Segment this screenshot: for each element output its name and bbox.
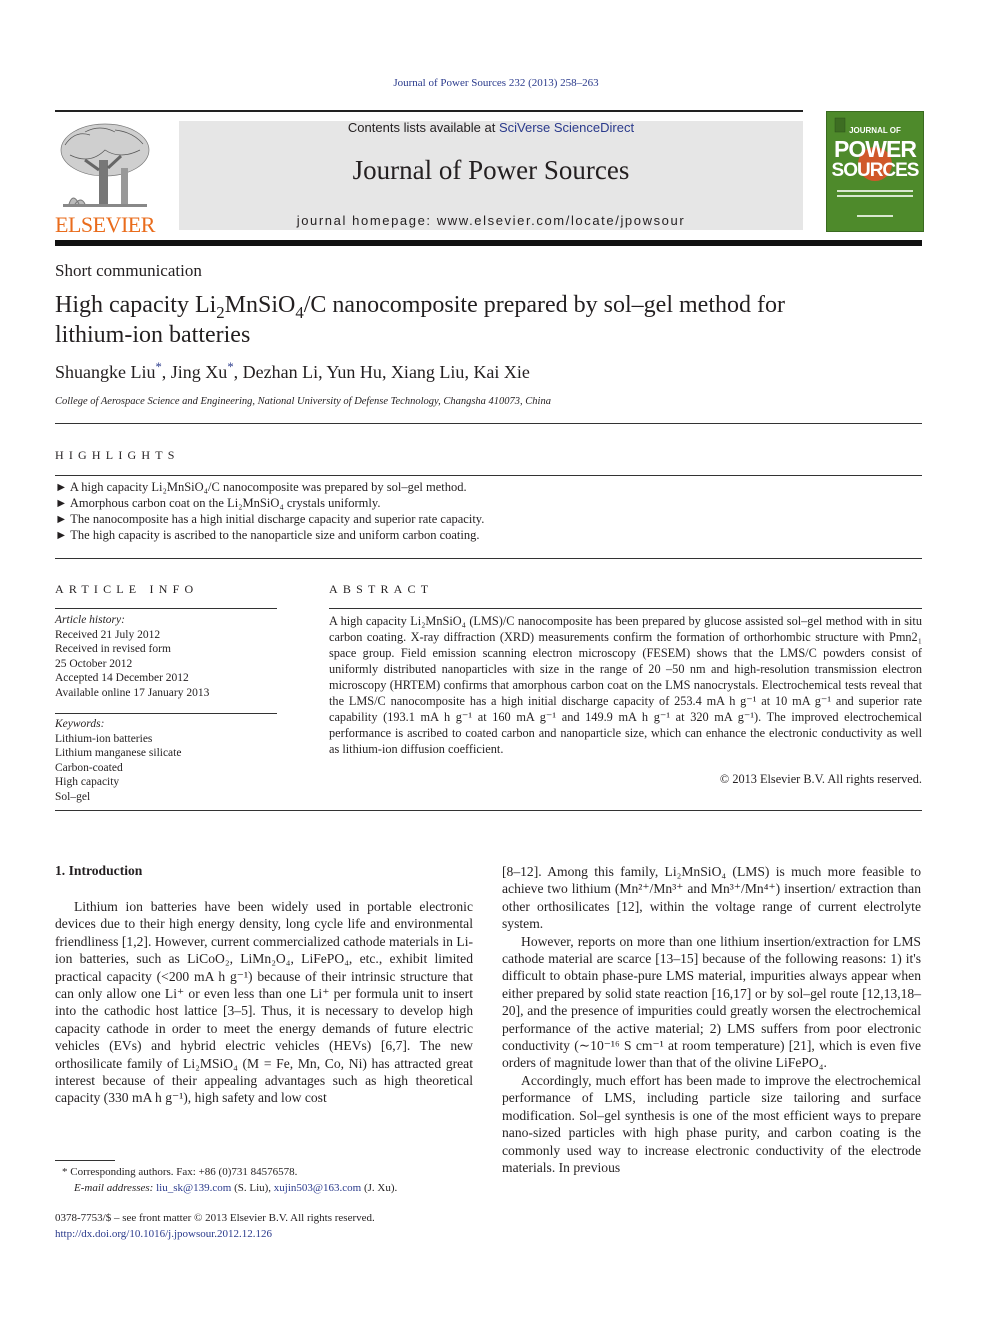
divider: [55, 110, 803, 112]
divider: [55, 608, 277, 609]
cover-subtitle-line: [837, 195, 913, 197]
author-list: Shuangke Liu*, Jing Xu*, Dezhan Li, Yun …: [55, 360, 530, 382]
history-entry: 25 October 2012: [55, 657, 133, 670]
bullet-arrow-icon: ►: [55, 528, 68, 542]
article-info-heading: ARTICLE INFO: [55, 582, 199, 596]
email-line: E-mail addresses: liu_sk@139.com (S. Liu…: [62, 1181, 397, 1197]
bullet-arrow-icon: ►: [55, 496, 68, 510]
highlight-text: The high capacity is ascribed to the nan…: [70, 528, 480, 542]
section-heading: 1. Introduction: [55, 863, 143, 878]
title-part: High capacity Li: [55, 292, 217, 318]
history-entry: Received 21 July 2012: [55, 628, 161, 641]
highlight-text: A high capacity Li₂MnSiO₄/C nanocomposit…: [69, 480, 467, 494]
highlight-item: ► A high capacity Li₂MnSiO₄/C nanocompos…: [55, 479, 484, 495]
paragraph: [8–12]. Among this family, Li₂MnSiO₄ (LM…: [502, 864, 921, 932]
cover-line2: POWER: [834, 136, 917, 162]
contents-prefix: Contents lists available at: [347, 120, 499, 135]
highlight-item: ► The high capacity is ascribed to the n…: [55, 527, 484, 543]
article-history: Article history: Received 21 July 2012 R…: [55, 613, 209, 700]
highlight-item: ► The nanocomposite has a high initial d…: [55, 511, 484, 527]
bullet-arrow-icon: ►: [55, 512, 68, 526]
front-matter: 0378-7753/$ – see front matter © 2013 El…: [55, 1211, 375, 1242]
history-entry: Available online 17 January 2013: [55, 686, 210, 699]
contents-line: Contents lists available at SciVerse Sci…: [179, 120, 803, 135]
paragraph: Lithium ion batteries have been widely u…: [55, 899, 473, 1106]
author-name[interactable]: Shuangke Liu: [55, 362, 156, 382]
cover-subtitle-line: [837, 190, 913, 192]
corresponding-mark[interactable]: *: [227, 360, 233, 374]
email-label: E-mail addresses:: [74, 1181, 154, 1194]
header-thick-rule: [55, 240, 922, 246]
bullet-arrow-icon: ►: [55, 480, 68, 494]
divider: [329, 608, 922, 609]
email-owner: (J. Xu).: [361, 1181, 398, 1194]
corresponding-mark[interactable]: *: [156, 360, 162, 374]
journal-homepage-link[interactable]: journal homepage: www.elsevier.com/locat…: [179, 213, 803, 228]
keyword: Sol–gel: [55, 790, 91, 803]
cover-publisher-line: [857, 215, 893, 217]
author-name[interactable]: Yun Hu: [326, 362, 382, 382]
article-type: Short communication: [55, 261, 202, 280]
abstract-text: A high capacity Li₂MnSiO₄ (LMS)/C nanoco…: [329, 614, 922, 756]
divider: [55, 713, 277, 714]
title-subscript: 4: [295, 302, 304, 322]
highlight-item: ► Amorphous carbon coat on the Li₂MnSiO₄…: [55, 495, 484, 511]
keyword: Lithium-ion batteries: [55, 732, 153, 745]
body-column-right: [8–12]. Among this family, Li₂MnSiO₄ (LM…: [502, 863, 921, 1176]
email-owner: (S. Liu),: [231, 1181, 274, 1194]
divider: [55, 423, 922, 424]
author-name[interactable]: Jing Xu: [171, 362, 228, 382]
keyword: Lithium manganese silicate: [55, 747, 182, 759]
abstract-copyright: © 2013 Elsevier B.V. All rights reserved…: [719, 772, 922, 786]
highlight-text: Amorphous carbon coat on the Li₂MnSiO₄ c…: [69, 496, 381, 510]
doi-link[interactable]: http://dx.doi.org/10.1016/j.jpowsour.201…: [55, 1227, 375, 1243]
journal-reference[interactable]: Journal of Power Sources 232 (2013) 258–…: [0, 77, 992, 89]
abstract-heading: ABSTRACT: [329, 582, 434, 596]
paragraph: Accordingly, much effort has been made t…: [502, 1072, 921, 1175]
journal-title: Journal of Power Sources: [352, 155, 630, 185]
sciencedirect-link[interactable]: SciVerse ScienceDirect: [499, 120, 634, 135]
front-matter-note: 0378-7753/$ – see front matter © 2013 El…: [55, 1212, 375, 1224]
body-column-left: Lithium ion batteries have been widely u…: [55, 898, 473, 1107]
footnote-rule: [55, 1160, 115, 1161]
cover-line1: JOURNAL OF: [849, 126, 901, 135]
journal-cover-thumbnail[interactable]: JOURNAL OF POWER SOURCES: [826, 111, 924, 232]
corresponding-author-note: * Corresponding authors. Fax: +86 (0)731…: [62, 1166, 298, 1178]
history-label: Article history:: [55, 614, 125, 626]
highlights-heading: HIGHLIGHTS: [55, 448, 180, 462]
author-name[interactable]: Xiang Liu: [391, 362, 465, 382]
highlights-list: ► A high capacity Li₂MnSiO₄/C nanocompos…: [55, 479, 484, 543]
author-name[interactable]: Dezhan Li: [243, 362, 318, 382]
elsevier-wordmark[interactable]: ELSEVIER: [55, 212, 155, 238]
history-entry: Received in revised form: [55, 643, 171, 655]
divider: [55, 558, 922, 559]
article-title: High capacity Li2MnSiO4/C nanocomposite …: [55, 290, 835, 350]
email-link[interactable]: liu_sk@139.com: [156, 1182, 231, 1194]
keyword: Carbon-coated: [55, 761, 123, 774]
title-part: MnSiO: [224, 292, 296, 318]
keyword: High capacity: [55, 776, 120, 788]
history-entry: Accepted 14 December 2012: [55, 672, 189, 684]
keywords: Keywords: Lithium-ion batteries Lithium …: [55, 717, 181, 804]
footnote: * Corresponding authors. Fax: +86 (0)731…: [62, 1165, 397, 1196]
divider: [55, 475, 922, 476]
keywords-label: Keywords:: [55, 718, 105, 730]
affiliation: College of Aerospace Science and Enginee…: [55, 396, 551, 407]
title-subscript: 2: [216, 302, 225, 322]
email-link[interactable]: xujin503@163.com: [274, 1182, 361, 1194]
author-name[interactable]: Kai Xie: [473, 362, 529, 382]
paragraph: However, reports on more than one lithiu…: [502, 933, 921, 1071]
divider: [55, 810, 922, 811]
highlight-text: The nanocomposite has a high initial dis…: [70, 512, 485, 526]
cover-line3: SOURCES: [831, 160, 920, 181]
